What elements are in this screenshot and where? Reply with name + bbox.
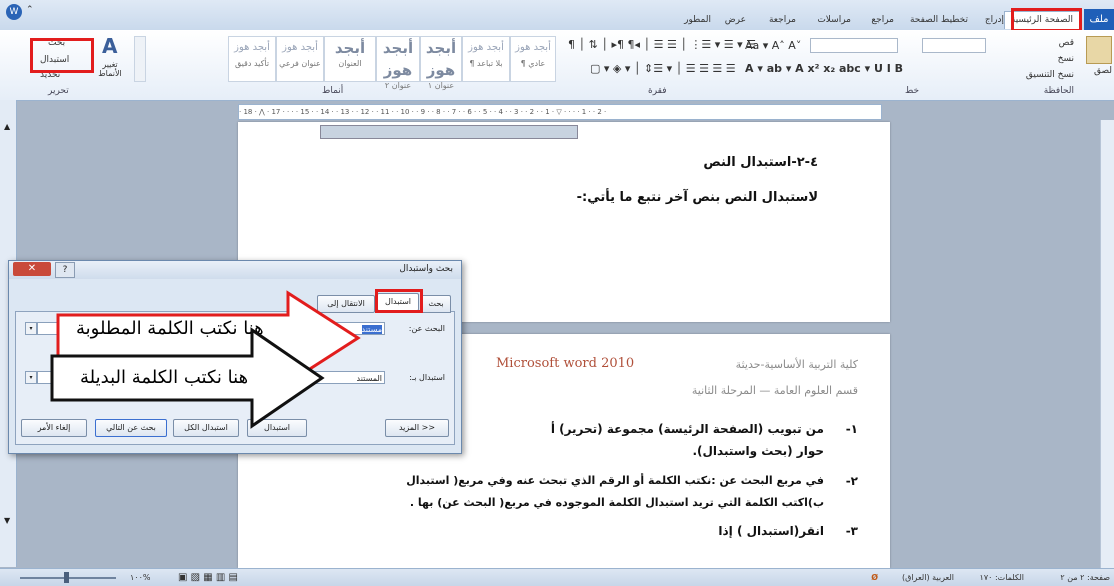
style-item[interactable]: أبجد هوز عنوان ٢ [376, 36, 420, 90]
style-sample: أبجد هوز [515, 42, 551, 53]
font-name-box[interactable] [810, 38, 898, 53]
style-name: ¶ بلا تباعد [469, 59, 503, 68]
style-item[interactable]: أبجد هوز ¶ عادي [510, 36, 556, 82]
style-name: عنوان ٢ [384, 81, 412, 90]
style-sample: أبجد هوز [468, 42, 504, 53]
paste-icon[interactable] [1086, 36, 1112, 64]
page1-body: لاستبدال النص بنص آخر نتبع ما يأتي:- [576, 190, 818, 205]
app-icon[interactable]: W [6, 4, 22, 20]
word-count[interactable]: الكلمات: ١٧٠ [980, 569, 1024, 586]
status-bar: صفحة: ٢ من ٢ الكلمات: ١٧٠ العربية (العرا… [0, 568, 1114, 586]
tab-review[interactable]: مراجعة [769, 12, 796, 29]
editing-group-label: تحرير [48, 86, 69, 96]
style-name: عنوان فرعي [279, 59, 321, 68]
zoom-thumb[interactable] [64, 572, 69, 583]
tab-page-layout[interactable]: تخطيط الصفحة [910, 12, 968, 29]
home-tab-highlight [1011, 8, 1082, 32]
paragraph-icons-row2[interactable]: ▢ ▾ ◈ ▾ │ ⇕☰ ▾ │ ☰ ☰ ☰ ☰ [590, 62, 736, 75]
language-indicator[interactable]: العربية (العراق) [902, 569, 954, 586]
style-item[interactable]: أبجد العنوان [324, 36, 376, 82]
style-sample: أبجد هوز [382, 39, 414, 79]
tab-mailings[interactable]: مراسلات [817, 12, 851, 29]
style-item[interactable]: أبجد هوز عنوان ١ [420, 36, 462, 90]
style-name: العنوان [338, 59, 362, 68]
page1-heading: ٤-٢-استبدال النص [703, 155, 818, 170]
zoom-level[interactable]: %١٠٠ [130, 569, 151, 586]
change-styles-label[interactable]: تغيير الأنماط [90, 60, 130, 78]
help-icon[interactable]: ? [55, 262, 75, 278]
style-sample: أبجد هوز [425, 39, 457, 79]
page2-college: كلية التربية الأساسية-حديثة [735, 358, 858, 371]
font-group-label: خط [905, 86, 920, 96]
style-name: تأكيد دقيق [234, 59, 270, 68]
page2-dept: قسم العلوم العامة — المرحلة الثانية [691, 384, 858, 397]
tab-references[interactable]: مراجع [871, 12, 894, 29]
style-item[interactable]: أبجد هوز تأكيد دقيق [228, 36, 276, 82]
paste-label[interactable]: لصق [1094, 66, 1112, 76]
change-styles-icon[interactable]: A [102, 34, 117, 58]
format-painter-button[interactable]: نسخ التنسيق [1026, 70, 1074, 80]
more-button[interactable]: المزيد >> [385, 419, 449, 437]
style-name: ¶ عادي [520, 59, 546, 68]
replace-hint-text: هنا نكتب الكلمة البديلة [80, 367, 249, 388]
style-sample: أبجد هوز [234, 42, 270, 53]
paragraph-group-label: فقرة [648, 86, 667, 96]
tab-insert[interactable]: إدراج [985, 12, 1004, 29]
item3-line: انقر(استبدال ) إذا [718, 524, 824, 538]
tab-developer[interactable]: المطور [684, 12, 711, 29]
font-size-box[interactable] [922, 38, 986, 53]
item1-number: ١- [845, 422, 858, 436]
view-buttons[interactable]: ▤ ▥ ▦ ▧ ▣ [178, 569, 238, 586]
style-sample: أبجد [334, 39, 366, 57]
minimize-ribbon-icon[interactable]: ⌃ [26, 5, 34, 15]
dialog-title: بحث واستبدال [399, 264, 453, 274]
copy-button[interactable]: نسخ [1058, 54, 1074, 64]
item1-line1: من تبويب (الصفحة الرئيسة) مجموعة (تحرير)… [550, 422, 824, 436]
item1-line2: حوار (بحث واستبدال). [692, 444, 824, 458]
ribbon-tab-bar: W ⌃ ملف الصفحة الرئيسية إدراج تخطيط الصف… [0, 0, 1114, 30]
style-item[interactable]: أبجد هوز عنوان فرعي [276, 36, 324, 82]
close-icon[interactable]: ✕ [13, 262, 51, 276]
style-sample: أبجد هوز [282, 42, 318, 53]
scroll-up-icon[interactable]: ▲ [4, 122, 10, 131]
styles-more-arrow[interactable] [134, 36, 146, 82]
dialog-titlebar[interactable] [9, 261, 461, 279]
item2-line2: ب)اكتب الكلمة التي تريد استبدال الكلمة ا… [409, 496, 824, 509]
style-item[interactable]: أبجد هوز ¶ بلا تباعد [462, 36, 510, 82]
embedded-screenshot [320, 125, 578, 139]
item3-number: ٣- [845, 524, 858, 538]
page-count[interactable]: صفحة: ٢ من ٢ [1060, 569, 1110, 586]
styles-group-label: أنماط [322, 86, 344, 96]
horizontal-ruler[interactable]: · 18 · ⋀ · 17 · · · · 15 · · 14 · · 13 ·… [238, 104, 882, 120]
tab-file[interactable]: ملف [1084, 9, 1114, 30]
item2-number: ٢- [845, 474, 858, 488]
find-dropdown-icon[interactable]: ▾ [25, 322, 37, 335]
cut-button[interactable]: قص [1059, 38, 1074, 48]
replace-button-highlight [30, 38, 94, 73]
proofing-icon[interactable]: Ø [871, 569, 878, 586]
item2-line1: في مربع البحث عن :نكتب الكلمة أو الرقم ا… [406, 474, 824, 487]
page2-program: Microsoft word 2010 [496, 356, 635, 371]
scroll-down-icon[interactable]: ▼ [4, 516, 10, 525]
clipboard-group-label: الحافظة [1043, 86, 1074, 96]
font-format-icons[interactable]: A ▾ ab ▾ A x² x₂ abc ▾ U I B [745, 62, 903, 75]
style-name: عنوان ١ [427, 81, 455, 90]
replace-dropdown-icon[interactable]: ▾ [25, 371, 37, 384]
paragraph-icons-row1[interactable]: ¶ │ ⇅ │ ▸¶ ¶◂ │ ☰ ☰ │ ⋮☰ ▾ ☰ ▾ ☰ [568, 38, 756, 51]
right-scrollbar[interactable] [1100, 120, 1114, 568]
tab-view[interactable]: عرض [725, 12, 746, 29]
